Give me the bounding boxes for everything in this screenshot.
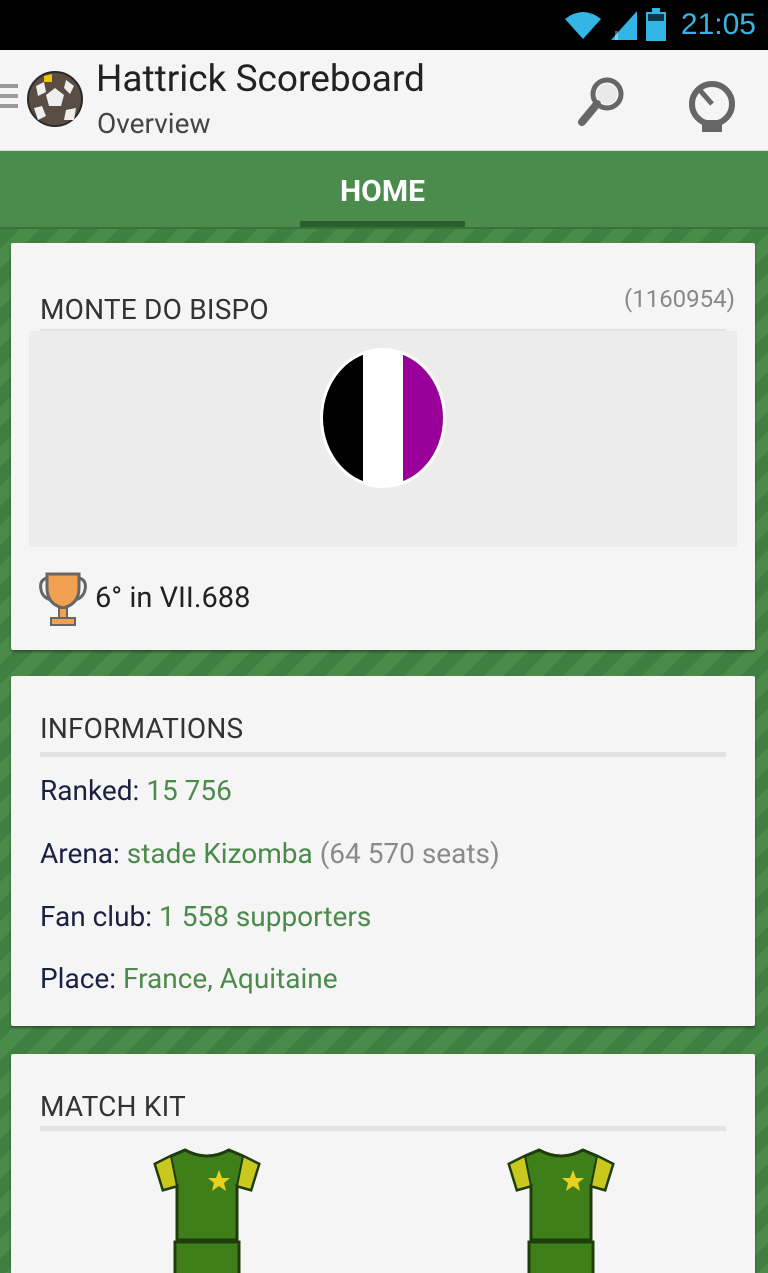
home-kit-icon[interactable] (151, 1144, 263, 1273)
soccer-ball-icon[interactable] (26, 68, 84, 130)
fan-club-value[interactable]: 1 558 supporters (159, 900, 371, 933)
divider (40, 1126, 726, 1131)
place-label: Place: (40, 962, 116, 995)
content-area[interactable]: MONTE DO BISPO (1160954) 6° in VII.688 I… (0, 229, 768, 1273)
battery-icon (645, 8, 666, 41)
app-subtitle: Overview (97, 107, 211, 140)
info-title: INFORMATIONS (40, 712, 244, 745)
arena-label: Arena: (40, 837, 120, 870)
status-bar: 21:05 (0, 0, 768, 50)
arena-seats: (64 570 seats) (319, 837, 500, 870)
drawer-menu-icon[interactable] (0, 84, 20, 116)
signal-icon (610, 11, 637, 40)
trophy-icon (39, 572, 87, 626)
team-id: (1160954) (624, 285, 735, 313)
search-icon[interactable] (572, 72, 632, 132)
place-value[interactable]: France, Aquitaine (123, 962, 338, 995)
fan-club-label: Fan club: (40, 900, 153, 933)
league-position: 6° in VII.688 (95, 581, 251, 615)
wifi-icon (564, 12, 601, 39)
app-title: Hattrick Scoreboard (96, 58, 425, 101)
team-name: MONTE DO BISPO (40, 293, 269, 326)
crest-panel (29, 331, 737, 547)
arena-value[interactable]: stade Kizomba (127, 837, 313, 870)
ranked-row: Ranked: 15 756 (40, 774, 232, 807)
arena-row: Arena: stade Kizomba (64 570 seats) (40, 837, 500, 870)
team-card: MONTE DO BISPO (1160954) 6° in VII.688 (11, 243, 755, 650)
ranked-label: Ranked: (40, 774, 140, 807)
dial-icon[interactable] (684, 74, 740, 134)
tab-indicator (300, 221, 465, 227)
action-bar: Hattrick Scoreboard Overview (0, 50, 768, 151)
tab-bar: HOME (0, 151, 768, 230)
team-crest-icon (320, 348, 446, 488)
match-kit-card: MATCH KIT (11, 1054, 755, 1273)
divider (40, 752, 726, 757)
league-row[interactable]: 6° in VII.688 (37, 568, 250, 628)
tab-home[interactable]: HOME (300, 151, 465, 227)
place-row: Place: France, Aquitaine (40, 962, 338, 995)
status-clock: 21:05 (680, 8, 756, 41)
fan-club-row: Fan club: 1 558 supporters (40, 900, 371, 933)
match-kit-title: MATCH KIT (40, 1090, 186, 1123)
away-kit-icon[interactable] (505, 1144, 617, 1273)
info-card: INFORMATIONS Ranked: 15 756 Arena: stade… (11, 676, 755, 1026)
ranked-value[interactable]: 15 756 (146, 774, 232, 807)
